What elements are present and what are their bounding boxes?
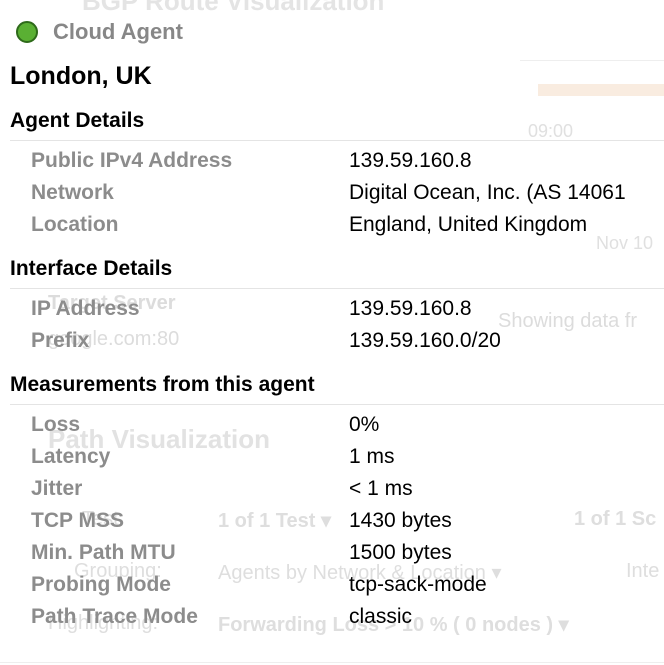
detail-value: England, United Kingdom: [349, 213, 588, 236]
detail-value: < 1 ms: [349, 477, 413, 500]
detail-row-tcp-mss: TCP MSS 1430 bytes: [0, 509, 664, 539]
detail-value: tcp-sack-mode: [349, 573, 487, 596]
detail-value: 1500 bytes: [349, 541, 452, 564]
detail-row-probing-mode: Probing Mode tcp-sack-mode: [0, 573, 664, 603]
agent-name: London, UK: [10, 62, 152, 90]
detail-label: Prefix: [31, 329, 90, 352]
detail-value: classic: [349, 605, 413, 628]
detail-row-min-path-mtu: Min. Path MTU 1500 bytes: [0, 541, 664, 571]
agent-type-label: Cloud Agent: [53, 19, 183, 44]
detail-label: Path Trace Mode: [31, 605, 198, 628]
detail-label: Latency: [31, 445, 111, 468]
interface-details-heading: Interface Details: [10, 257, 173, 280]
detail-label: Probing Mode: [31, 573, 171, 596]
detail-row-path-trace-mode: Path Trace Mode classic: [0, 605, 664, 635]
detail-value: 139.59.160.8: [349, 149, 472, 172]
detail-row-loss: Loss 0%: [0, 413, 664, 443]
detail-value: 0%: [349, 413, 380, 436]
detail-value: Digital Ocean, Inc. (AS 14061: [349, 181, 626, 204]
detail-label: Loss: [31, 413, 81, 436]
detail-value: 1 ms: [349, 445, 395, 468]
detail-label: TCP MSS: [31, 509, 124, 532]
agent-details-divider: [10, 140, 664, 141]
measurements-divider: [10, 404, 664, 405]
agent-status-icon: [16, 21, 38, 43]
detail-value: 139.59.160.0/20: [349, 329, 501, 352]
detail-row-location: Location England, United Kingdom: [0, 213, 664, 243]
detail-row-public-ipv4: Public IPv4 Address 139.59.160.8: [0, 149, 664, 179]
detail-label: Jitter: [31, 477, 83, 500]
detail-label: IP Address: [31, 297, 140, 320]
detail-row-prefix: Prefix 139.59.160.0/20: [0, 329, 664, 359]
measurements-heading: Measurements from this agent: [10, 373, 315, 396]
detail-label: Network: [31, 181, 114, 204]
agent-info-popup: Cloud Agent London, UK Agent Details Pub…: [0, 0, 664, 665]
interface-details-divider: [10, 288, 664, 289]
detail-label: Location: [31, 213, 119, 236]
detail-label: Public IPv4 Address: [31, 149, 233, 172]
detail-row-ip-address: IP Address 139.59.160.8: [0, 297, 664, 327]
detail-value: 1430 bytes: [349, 509, 452, 532]
detail-label: Min. Path MTU: [31, 541, 176, 564]
detail-row-network: Network Digital Ocean, Inc. (AS 14061: [0, 181, 664, 211]
detail-row-latency: Latency 1 ms: [0, 445, 664, 475]
agent-details-heading: Agent Details: [10, 109, 145, 132]
agent-popup-viewport: BGP Route Visualization 09:00 Nov 10 Tar…: [0, 0, 664, 665]
detail-row-jitter: Jitter < 1 ms: [0, 477, 664, 507]
agent-type-row: Cloud Agent: [16, 18, 183, 46]
detail-value: 139.59.160.8: [349, 297, 472, 320]
